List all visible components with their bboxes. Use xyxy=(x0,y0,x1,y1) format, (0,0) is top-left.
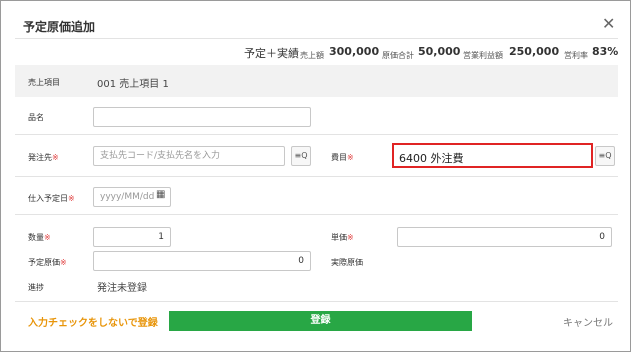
qty-label: 数量※ xyxy=(28,233,51,242)
divider xyxy=(15,134,618,135)
product-input[interactable] xyxy=(93,107,311,127)
dialog-title: 予定原価追加 xyxy=(23,20,96,34)
cancel-button[interactable]: キャンセル xyxy=(563,314,613,329)
footer-divider xyxy=(15,301,618,302)
product-label: 品名 xyxy=(28,113,44,122)
rate-label: 営利率 xyxy=(564,51,588,60)
planned-cost-input[interactable]: 0 xyxy=(93,251,311,271)
planned-cost-label: 予定原価※ xyxy=(28,258,67,267)
unit-price-input[interactable]: 0 xyxy=(397,227,612,247)
skip-check-register-link[interactable]: 入力チェックをしないで登録 xyxy=(28,314,158,329)
summary-heading: 予定＋実績 xyxy=(244,47,299,60)
sales-item-label: 売上項目 xyxy=(28,78,60,87)
add-planned-cost-dialog: 予定原価追加 ✕ 予定＋実績 売上額 300,000 原価合計 50,000 営… xyxy=(0,0,631,352)
register-button[interactable]: 登録 xyxy=(169,311,472,331)
cost-value: 50,000 xyxy=(418,45,461,58)
close-icon[interactable]: ✕ xyxy=(602,16,615,32)
header-divider xyxy=(15,38,618,39)
progress-label: 進捗 xyxy=(28,283,44,292)
vendor-label: 発注先※ xyxy=(28,153,59,162)
divider xyxy=(15,176,618,177)
profit-value: 250,000 xyxy=(509,45,560,58)
profit-label: 営業利益額 xyxy=(463,51,503,60)
sales-item-value: 001 売上項目 1 xyxy=(97,79,169,90)
vendor-input[interactable]: 支払先コード/支払先名を入力 xyxy=(93,146,285,166)
rate-value: 83% xyxy=(592,45,619,58)
cost-label: 原価合計 xyxy=(382,51,414,60)
unit-price-label: 単価※ xyxy=(331,233,354,242)
divider xyxy=(15,214,618,215)
sales-label: 売上額 xyxy=(300,51,324,60)
actual-cost-label: 実際原価 xyxy=(331,258,363,267)
progress-value: 発注未登録 xyxy=(97,283,147,294)
calendar-icon[interactable]: ▦ xyxy=(156,189,165,200)
account-search-icon[interactable]: ≡Q xyxy=(595,146,615,166)
account-label: 費目※ xyxy=(331,153,354,162)
vendor-search-icon[interactable]: ≡Q xyxy=(291,146,311,166)
date-label: 仕入予定日※ xyxy=(28,194,75,203)
account-value: 6400 外注費 xyxy=(399,152,464,165)
sales-value: 300,000 xyxy=(329,45,380,58)
qty-input[interactable]: 1 xyxy=(93,227,171,247)
